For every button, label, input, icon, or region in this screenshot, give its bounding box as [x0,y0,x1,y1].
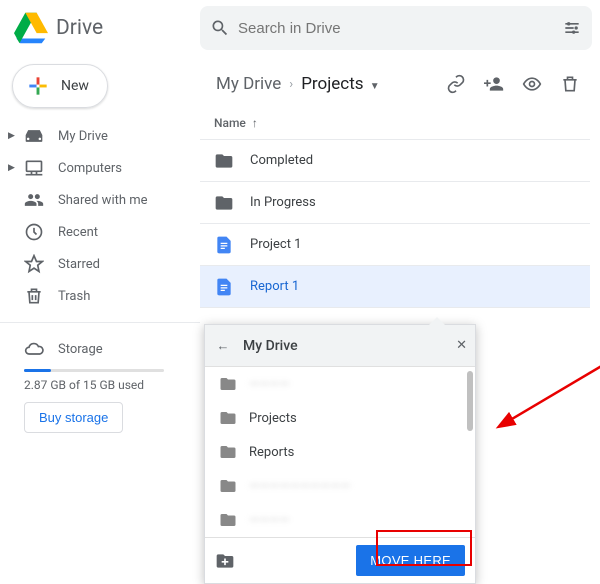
expand-icon[interactable]: ▶ [8,163,16,173]
folder-option[interactable]: Reports [205,435,475,469]
file-row[interactable]: Completed [200,140,590,182]
popover-arrow [429,317,445,325]
docs-icon [214,235,236,255]
folder-option-label: —————————— [249,479,351,494]
folder-icon [219,477,237,495]
popover-title: My Drive [243,338,298,354]
sidebar-label: Trash [58,289,90,304]
folder-option-label: Projects [249,411,297,426]
chevron-right-icon: › [289,77,293,92]
folder-option[interactable]: Projects [205,401,475,435]
search-bar[interactable] [200,6,592,50]
folder-option-label: Reports [249,445,294,460]
move-popover: ← My Drive ✕ ———— Projects Reports —————… [204,324,476,584]
sidebar-item-mydrive[interactable]: ▶ My Drive [0,120,200,152]
folder-option-label: ———— [249,377,290,392]
scrollbar[interactable] [467,371,473,431]
folder-icon [214,151,236,171]
sidebar-item-starred[interactable]: Starred [0,248,200,280]
sidebar-label: Computers [58,161,122,176]
search-icon [208,16,232,40]
sidebar-item-computers[interactable]: ▶ Computers [0,152,200,184]
trash-icon [24,286,44,306]
sidebar-item-recent[interactable]: Recent [0,216,200,248]
move-here-button[interactable]: MOVE HERE [356,545,465,576]
sidebar-item-trash[interactable]: Trash [0,280,200,312]
close-icon[interactable]: ✕ [456,338,467,353]
divider [0,322,200,323]
search-options-icon[interactable] [560,16,584,40]
plus-icon [25,73,51,99]
new-button[interactable]: New [12,64,108,108]
mydrive-icon [24,126,44,146]
buy-storage-button[interactable]: Buy storage [24,402,123,433]
app-name: Drive [56,16,103,40]
file-row[interactable]: In Progress [200,182,590,224]
folder-option[interactable]: ———— [205,367,475,401]
file-name: Report 1 [250,279,299,294]
cloud-icon [24,339,44,359]
shared-icon [24,190,44,210]
folder-icon [219,443,237,461]
expand-icon[interactable]: ▶ [8,131,16,141]
folder-icon [214,193,236,213]
sidebar-label: Recent [58,225,98,240]
sort-arrow-up-icon: ↑ [252,116,258,130]
column-header-name[interactable]: Name ↑ [200,106,590,140]
annotation-arrow [490,356,600,446]
folder-icon [219,375,237,393]
new-folder-icon[interactable] [215,551,235,571]
file-name: In Progress [250,195,316,210]
sidebar-label: My Drive [58,129,108,144]
storage-bar [24,369,164,372]
star-icon [24,254,44,274]
search-input[interactable] [232,20,560,37]
add-person-icon[interactable] [482,72,506,96]
preview-icon[interactable] [520,72,544,96]
computers-icon [24,158,44,178]
breadcrumb-current[interactable]: Projects ▼ [295,70,385,98]
sidebar: New ▶ My Drive ▶ Computers Shared with m… [0,56,200,531]
main-panel: My Drive › Projects ▼ Name ↑ Completed I… [200,56,600,531]
file-name: Completed [250,153,313,168]
link-icon[interactable] [444,72,468,96]
breadcrumb-root[interactable]: My Drive [210,70,287,98]
delete-icon[interactable] [558,72,582,96]
file-row[interactable]: Report 1 [200,266,590,308]
recent-icon [24,222,44,242]
breadcrumb: My Drive › Projects ▼ [200,62,590,106]
docs-icon [214,277,236,297]
storage-label: Storage [58,342,103,357]
storage-text: 2.87 GB of 15 GB used [16,378,184,392]
folder-icon [219,511,237,529]
sidebar-item-shared[interactable]: Shared with me [0,184,200,216]
file-name: Project 1 [250,237,302,252]
drive-logo-icon [14,11,48,45]
back-icon[interactable]: ← [213,338,233,354]
folder-option[interactable]: ———— [205,503,475,537]
file-row[interactable]: Project 1 [200,224,590,266]
caret-down-icon: ▼ [370,81,380,92]
folder-option[interactable]: —————————— [205,469,475,503]
folder-icon [219,409,237,427]
sidebar-label: Shared with me [58,193,148,208]
drive-logo[interactable]: Drive [0,11,200,45]
sidebar-label: Starred [58,257,100,272]
new-button-label: New [61,78,89,94]
sidebar-item-storage[interactable]: Storage [16,333,184,365]
folder-option-label: ———— [249,513,290,528]
